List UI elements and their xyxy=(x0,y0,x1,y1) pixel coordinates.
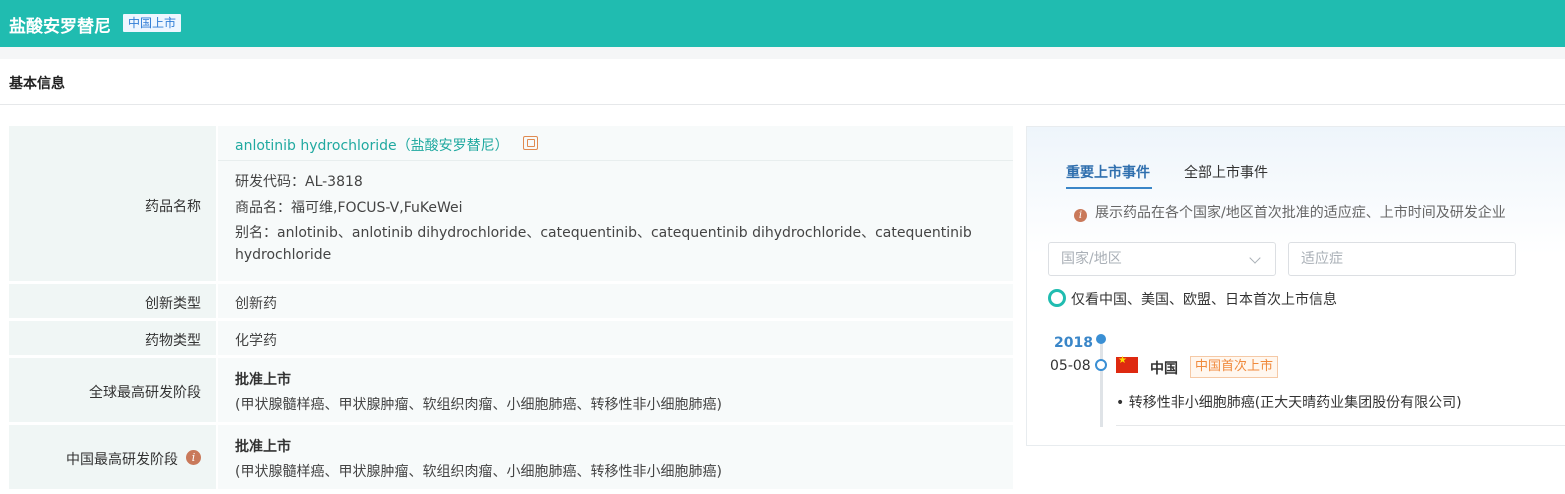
drug-name-label: 药品名称 xyxy=(145,199,201,215)
section-divider xyxy=(0,104,1565,105)
alias-line-1: 别名：anlotinib、anlotinib dihydrochloride、c… xyxy=(235,225,972,241)
drug-type-label: 药物类型 xyxy=(145,333,201,349)
drug-type-value: 化学药 xyxy=(235,333,277,349)
alias-line-2: hydrochloride xyxy=(235,247,332,263)
china-stage-label: 中国最高研发阶段 xyxy=(66,452,178,468)
panel-hint: i 展示药品在各个国家/地区首次批准的适应症、上市时间及研发企业 xyxy=(1074,202,1506,222)
active-tab-indicator xyxy=(1066,187,1152,189)
event-year: 2018 xyxy=(1054,335,1093,351)
info-icon[interactable]: i xyxy=(186,450,201,465)
china-stage-value: 批准上市 xyxy=(235,439,291,455)
hint-text: 展示药品在各个国家/地区首次批准的适应症、上市时间及研发企业 xyxy=(1095,205,1506,221)
row-value: anlotinib hydrochloride（盐酸安罗替尼） 研发代码：AL-… xyxy=(218,126,1013,281)
copy-icon[interactable] xyxy=(523,136,538,150)
header-bar: 盐酸安罗替尼 中国上市 xyxy=(0,0,1565,47)
section-title: 基本信息 xyxy=(9,76,65,92)
row-label: 药品名称 xyxy=(9,126,216,281)
chevron-down-icon xyxy=(1249,252,1261,264)
first-market-only-label[interactable]: 仅看中国、美国、欧盟、日本首次上市信息 xyxy=(1071,289,1337,309)
country-select-placeholder: 国家/地区 xyxy=(1061,251,1122,267)
row-drug-name: 药品名称 anlotinib hydrochloride（盐酸安罗替尼） 研发代… xyxy=(9,126,1013,281)
china-stage-detail: (甲状腺髓样癌、甲状腺肿瘤、软组织肉瘤、小细胞肺癌、转移性非小细胞肺癌) xyxy=(235,464,722,480)
indication-input[interactable]: 适应症 xyxy=(1288,242,1516,276)
global-stage-detail: (甲状腺髓样癌、甲状腺肿瘤、软组织肉瘤、小细胞肺癌、转移性非小细胞肺癌) xyxy=(235,397,722,413)
event-divider xyxy=(1116,425,1565,426)
row-china-stage: 中国最高研发阶段 i 批准上市 (甲状腺髓样癌、甲状腺肿瘤、软组织肉瘤、小细胞肺… xyxy=(9,425,1013,489)
drug-title: 盐酸安罗替尼 xyxy=(9,17,111,37)
timeline-year-dot xyxy=(1096,334,1106,344)
row-value: 化学药 xyxy=(218,321,1013,355)
header-spacer xyxy=(0,47,1565,59)
event-detail-text: 转移性非小细胞肺癌(正大天晴药业集团股份有限公司) xyxy=(1128,395,1462,411)
tab-key-events[interactable]: 重要上市事件 xyxy=(1066,162,1150,182)
trade-name: 商品名：福可维,FOCUS-V,FuKeWei xyxy=(235,200,463,216)
event-detail: • 转移性非小细胞肺癌(正大天晴药业集团股份有限公司) xyxy=(1116,395,1462,411)
row-value: 批准上市 (甲状腺髓样癌、甲状腺肿瘤、软组织肉瘤、小细胞肺癌、转移性非小细胞肺癌… xyxy=(218,425,1013,489)
row-global-stage: 全球最高研发阶段 批准上市 (甲状腺髓样癌、甲状腺肿瘤、软组织肉瘤、小细胞肺癌、… xyxy=(9,358,1013,422)
global-stage-value: 批准上市 xyxy=(235,372,291,388)
innovation-type-label: 创新类型 xyxy=(145,296,201,312)
first-market-only-radio[interactable] xyxy=(1048,289,1066,307)
row-value: 创新药 xyxy=(218,284,1013,318)
tab-all-events[interactable]: 全部上市事件 xyxy=(1184,162,1268,182)
first-market-badge: 中国首次上市 xyxy=(1190,356,1279,378)
china-flag-icon xyxy=(1116,355,1138,373)
row-label: 全球最高研发阶段 xyxy=(9,358,216,422)
country-select[interactable]: 国家/地区 xyxy=(1048,242,1276,276)
event-country: 中国 xyxy=(1150,361,1178,377)
market-status-badge: 中国上市 xyxy=(123,14,182,32)
innovation-type-value: 创新药 xyxy=(235,296,277,312)
row-value: 批准上市 (甲状腺髓样癌、甲状腺肿瘤、软组织肉瘤、小细胞肺癌、转移性非小细胞肺癌… xyxy=(218,358,1013,422)
market-events-panel: 重要上市事件 全部上市事件 i 展示药品在各个国家/地区首次批准的适应症、上市时间… xyxy=(1026,126,1565,446)
research-code: 研发代码：AL-3818 xyxy=(235,174,363,190)
row-label: 创新类型 xyxy=(9,284,216,318)
indication-placeholder: 适应症 xyxy=(1301,251,1343,267)
row-label: 药物类型 xyxy=(9,321,216,355)
event-date: 05-08 xyxy=(1050,358,1091,374)
timeline-line xyxy=(1100,339,1103,427)
info-icon: i xyxy=(1074,209,1087,222)
drug-name-link[interactable]: anlotinib hydrochloride（盐酸安罗替尼） xyxy=(235,135,509,155)
row-label: 中国最高研发阶段 i xyxy=(9,425,216,489)
timeline-event-dot xyxy=(1095,359,1107,371)
row-drug-type: 药物类型 化学药 xyxy=(9,321,1013,355)
global-stage-label: 全球最高研发阶段 xyxy=(89,385,201,401)
row-innovation-type: 创新类型 创新药 xyxy=(9,284,1013,318)
